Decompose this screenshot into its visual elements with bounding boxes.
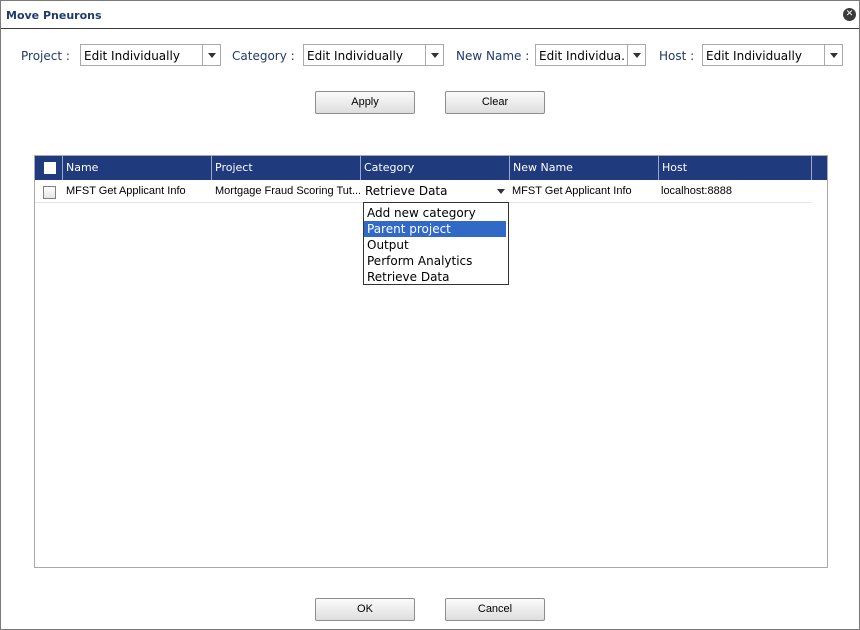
project-filter-select[interactable]: Edit Individually xyxy=(80,44,221,66)
chevron-down-icon[interactable] xyxy=(627,45,645,65)
category-filter-label: Category : xyxy=(232,49,295,63)
chevron-down-icon[interactable] xyxy=(202,45,220,65)
dropdown-option-retrieve-data[interactable]: Retrieve Data xyxy=(364,269,506,285)
dialog-titlebar: Move Pneurons ✕ xyxy=(1,1,859,29)
column-header-name[interactable]: Name xyxy=(63,156,212,180)
category-filter-select[interactable]: Edit Individually xyxy=(303,44,444,66)
category-filter-value: Edit Individually xyxy=(307,49,403,63)
column-header-host[interactable]: Host xyxy=(659,156,812,180)
apply-button[interactable]: Apply xyxy=(315,91,415,114)
category-dropdown-list: Add new category Parent project Output P… xyxy=(363,202,509,285)
select-all-cell xyxy=(35,156,63,180)
row-new-name: MFST Get Applicant Info xyxy=(512,185,632,197)
row-checkbox[interactable] xyxy=(43,186,56,199)
clear-button[interactable]: Clear xyxy=(445,91,545,114)
new-name-filter-label: New Name : xyxy=(456,49,530,63)
column-header-category[interactable]: Category xyxy=(361,156,510,180)
row-project: Mortgage Fraud Scoring Tut... xyxy=(215,185,360,197)
dropdown-option-add-new-category[interactable]: Add new category xyxy=(364,205,506,221)
project-filter-value: Edit Individually xyxy=(84,49,180,63)
new-name-filter-select[interactable]: Edit Individua... xyxy=(535,44,646,66)
dropdown-option-parent-project[interactable]: Parent project xyxy=(364,221,506,237)
grid-header: Name Project Category New Name Host xyxy=(35,156,827,180)
ok-button[interactable]: OK xyxy=(315,598,415,621)
column-header-project[interactable]: Project xyxy=(212,156,361,180)
dropdown-option-output[interactable]: Output xyxy=(364,237,506,253)
dropdown-option-perform-analytics[interactable]: Perform Analytics xyxy=(364,253,506,269)
chevron-down-icon[interactable] xyxy=(425,45,443,65)
host-filter-select[interactable]: Edit Individually xyxy=(702,44,843,66)
chevron-down-icon[interactable] xyxy=(497,189,505,194)
row-category-value: Retrieve Data xyxy=(365,184,448,198)
column-header-new-name[interactable]: New Name xyxy=(510,156,659,180)
chevron-down-icon[interactable] xyxy=(824,45,842,65)
row-name: MFST Get Applicant Info xyxy=(66,185,186,197)
move-pneurons-dialog: Move Pneurons ✕ Project : Edit Individua… xyxy=(0,0,860,630)
cancel-button[interactable]: Cancel xyxy=(445,598,545,621)
new-name-filter-value: Edit Individua... xyxy=(539,49,625,63)
table-row[interactable]: MFST Get Applicant Info Mortgage Fraud S… xyxy=(35,180,811,203)
host-filter-value: Edit Individually xyxy=(706,49,802,63)
dialog-title: Move Pneurons xyxy=(6,9,102,22)
close-icon[interactable]: ✕ xyxy=(843,8,856,21)
project-filter-label: Project : xyxy=(21,49,70,63)
select-all-checkbox[interactable] xyxy=(44,162,56,174)
row-host: localhost:8888 xyxy=(661,185,732,197)
host-filter-label: Host : xyxy=(659,49,695,63)
row-category-select[interactable]: Retrieve Data xyxy=(362,182,507,201)
